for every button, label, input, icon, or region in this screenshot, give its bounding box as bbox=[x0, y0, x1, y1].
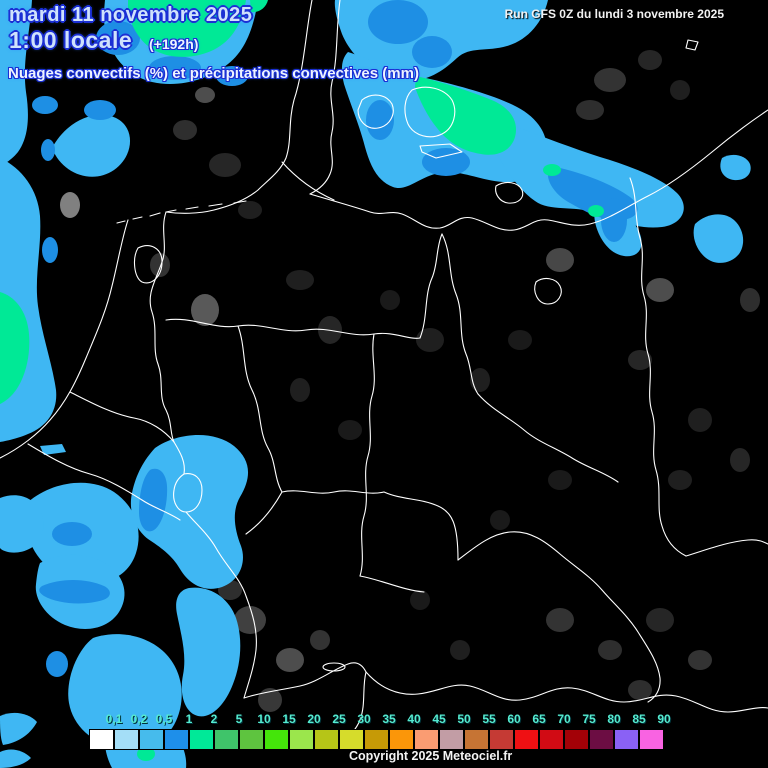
map-canvas bbox=[0, 0, 768, 768]
local-time-title: 1:00 locale bbox=[9, 27, 133, 53]
weather-map-page: mardi 11 novembre 2025 1:00 locale (+192… bbox=[0, 0, 768, 768]
copyright-notice: Copyright 2025 Meteociel.fr bbox=[349, 749, 513, 763]
map-subtitle: Nuages convectifs (%) et précipitations … bbox=[8, 65, 419, 82]
date-title: mardi 11 novembre 2025 bbox=[9, 4, 253, 26]
model-run-info: Run GFS 0Z du lundi 3 novembre 2025 bbox=[504, 7, 724, 21]
forecast-offset: (+192h) bbox=[149, 36, 199, 52]
